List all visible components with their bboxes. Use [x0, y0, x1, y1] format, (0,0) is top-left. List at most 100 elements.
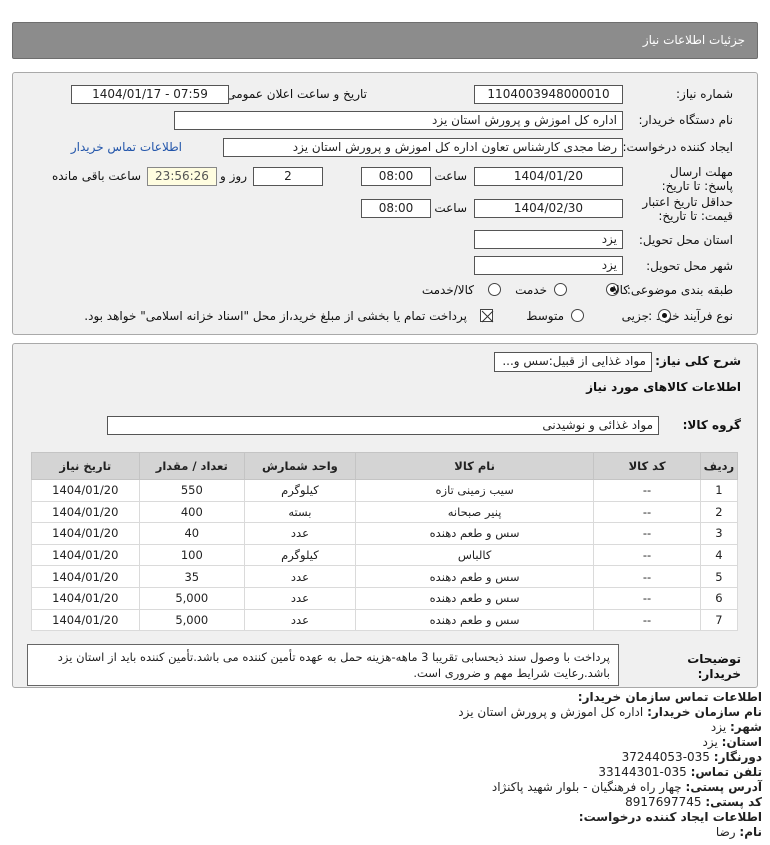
cell-unit: بسته: [243, 500, 356, 524]
postal-value: 8917697745: [625, 795, 702, 809]
contact-section-title: اطلاعات تماس سازمان خریدار:: [578, 690, 762, 704]
cell-name: پنیر صبحانه: [354, 500, 595, 524]
cell-date: 1404/01/20: [31, 565, 140, 588]
creator-section-title: اطلاعات ایجاد کننده درخواست:: [579, 810, 762, 824]
deadline-time-field: 08:00: [361, 167, 431, 186]
category-radio-service[interactable]: [554, 283, 567, 296]
col-row: ردیف: [699, 452, 739, 480]
col-quantity: تعداد / مقدار: [138, 452, 245, 480]
province-row: استان: یزد: [703, 735, 763, 749]
cell-date: 1404/01/20: [31, 522, 140, 545]
province-label: استان محل تحویل:: [638, 233, 733, 247]
cell-unit: کیلوگرم: [243, 479, 356, 502]
cell-quantity: 550: [138, 479, 245, 502]
category-option-service: خدمت: [515, 283, 547, 297]
org-name-value: اداره کل اموزش و پرورش استان یزد: [458, 705, 644, 719]
address-row: آدرس پستی: چهار راه فرهنگیان - بلوار شهی…: [492, 780, 762, 794]
cell-date: 1404/01/20: [31, 479, 140, 502]
buyer-org-label: نام دستگاه خریدار:: [638, 113, 734, 127]
table-row: 7 -- سس و طعم دهنده عدد 5,000 1404/01/20: [31, 608, 739, 632]
category-radio-goods-service[interactable]: [488, 283, 501, 296]
validity-label: حداقل تاریخ اعتبار قیمت: تا تاریخ:: [642, 195, 733, 223]
address-value: چهار راه فرهنگیان - بلوار شهید پاکنژاد: [491, 780, 682, 794]
need-number-label: شماره نیاز:: [676, 87, 733, 101]
cell-name: سس و طعم دهنده: [354, 565, 595, 588]
table-row: 1 -- سیب زمینی تازه کیلوگرم 550 1404/01/…: [31, 479, 739, 502]
page-header: جزئیات اطلاعات نیاز: [12, 22, 758, 59]
buyer-contact-link[interactable]: اطلاعات تماس خریدار: [71, 140, 182, 154]
cell-code: --: [593, 522, 701, 545]
cell-name: سیب زمینی تازه: [354, 479, 595, 502]
remaining-time-field: 23:56:26: [147, 167, 217, 186]
process-radio-minor[interactable]: [658, 309, 671, 322]
city-label: شهر محل تحویل:: [646, 259, 733, 273]
process-radio-medium[interactable]: [571, 309, 584, 322]
category-option-goods: کالا: [612, 283, 629, 297]
cell-row: 5: [699, 565, 739, 588]
category-label: طبقه بندی موضوعی:: [626, 283, 733, 297]
col-code: کد کالا: [593, 452, 701, 480]
goods-table-header: ردیف کد کالا نام کالا واحد شمارش تعداد /…: [31, 452, 739, 480]
cell-name: سس و طعم دهنده: [354, 608, 595, 632]
col-name: نام کالا: [354, 452, 595, 480]
deadline-date-field: 1404/01/20: [474, 167, 623, 186]
goods-table: ردیف کد کالا نام کالا واحد شمارش تعداد /…: [31, 452, 739, 632]
fax-label: دورنگار:: [713, 750, 762, 764]
cell-code: --: [593, 479, 701, 502]
contact-city-value: یزد: [710, 720, 727, 734]
validity-date-field: 1404/02/30: [474, 199, 623, 218]
cell-quantity: 35: [138, 565, 245, 588]
page-title: جزئیات اطلاعات نیاز: [642, 33, 745, 47]
remaining-label: ساعت باقی مانده: [51, 169, 141, 183]
cell-unit: عدد: [243, 586, 356, 610]
need-number-field: 1104003948000010: [474, 85, 623, 104]
cell-code: --: [593, 500, 701, 524]
col-unit: واحد شمارش: [243, 452, 356, 480]
cell-quantity: 400: [138, 500, 245, 524]
cell-date: 1404/01/20: [31, 608, 140, 632]
details-panel: شرح کلی نیاز: مواد غذایی از قبیل:سس و...…: [12, 343, 758, 688]
cell-quantity: 40: [138, 522, 245, 545]
need-info-panel: شماره نیاز: 1104003948000010 تاریخ و ساع…: [12, 72, 758, 335]
announce-label: تاریخ و ساعت اعلان عمومی:: [222, 87, 367, 101]
creator-label: ایجاد کننده درخواست:: [622, 140, 733, 154]
cell-row: 6: [699, 586, 739, 610]
col-date: تاریخ نیاز: [31, 452, 140, 480]
cell-row: 7: [699, 608, 739, 632]
table-row: 5 -- سس و طعم دهنده عدد 35 1404/01/20: [31, 565, 739, 588]
general-desc-field: مواد غذایی از قبیل:سس و...: [494, 352, 652, 372]
cell-row: 1: [699, 479, 739, 502]
cell-row: 2: [699, 500, 739, 524]
cell-unit: عدد: [243, 522, 356, 545]
days-field: 2: [253, 167, 323, 186]
deadline-label: مهلت ارسال پاسخ: تا تاریخ:: [661, 165, 733, 193]
validity-time-field: 08:00: [361, 199, 431, 218]
creator-title-text: اطلاعات ایجاد کننده درخواست:: [578, 810, 762, 824]
contact-province-value: یزد: [702, 735, 718, 749]
cell-date: 1404/01/20: [31, 543, 140, 567]
goods-group-label: گروه کالا:: [682, 418, 741, 432]
fax-value: 035-37244053: [621, 750, 710, 764]
postal-row: کد پستی: 8917697745: [625, 795, 762, 809]
table-row: 6 -- سس و طعم دهنده عدد 5,000 1404/01/20: [31, 586, 739, 610]
phone-label: تلفن تماس:: [690, 765, 762, 779]
city-row: شهر: یزد: [711, 720, 762, 734]
cell-quantity: 5,000: [138, 586, 245, 610]
cell-code: --: [593, 586, 701, 610]
treasury-checkbox[interactable]: [480, 309, 494, 323]
first-name-value: رضا: [715, 825, 736, 839]
cell-quantity: 100: [138, 543, 245, 567]
contact-province-label: استان:: [721, 735, 762, 749]
cell-date: 1404/01/20: [31, 500, 140, 524]
phone-row: تلفن تماس: 035-33144301: [598, 765, 762, 779]
days-label: روز و: [220, 169, 247, 183]
postal-label: کد پستی:: [705, 795, 762, 809]
goods-group-field: مواد غذائی و نوشیدنی: [107, 416, 659, 435]
cell-unit: عدد: [243, 608, 356, 632]
cell-name: سس و طعم دهنده: [354, 586, 595, 610]
cell-row: 3: [699, 522, 739, 545]
payment-note: پرداخت تمام یا بخشی از مبلغ خرید،از محل …: [84, 309, 467, 323]
table-row: 2 -- پنیر صبحانه بسته 400 1404/01/20: [31, 500, 739, 524]
cell-date: 1404/01/20: [31, 586, 140, 610]
process-option-medium: متوسط: [526, 309, 564, 323]
